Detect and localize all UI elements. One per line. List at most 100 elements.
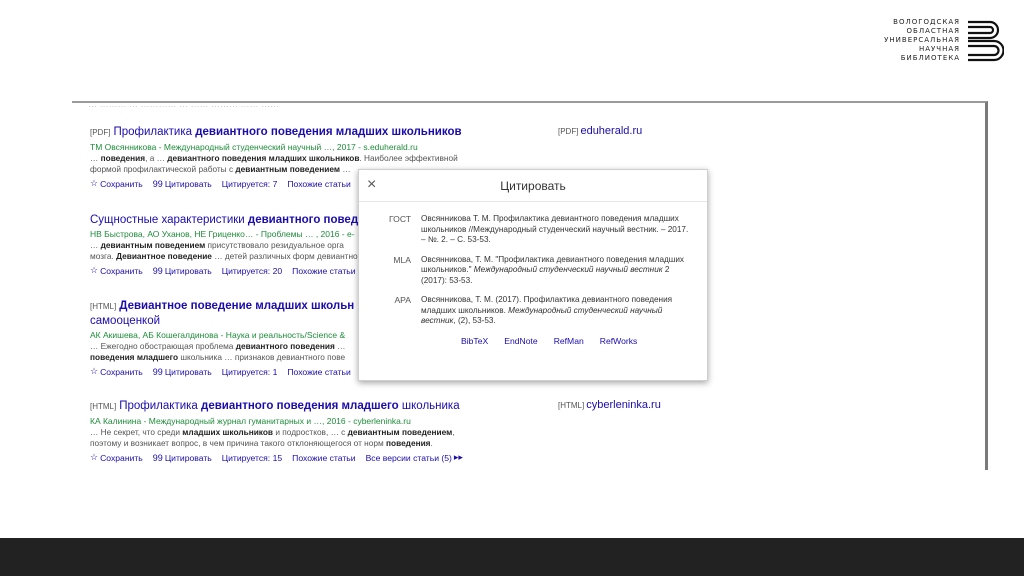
- bibtex-link[interactable]: BibTeX: [461, 336, 488, 346]
- snippet-text: …: [334, 341, 346, 351]
- star-icon: ☆: [90, 265, 99, 275]
- file-type-tag: [PDF]: [90, 128, 111, 137]
- title-text: школьника: [398, 400, 460, 412]
- result-title[interactable]: [PDF] Профилактика девиантного поведения …: [90, 125, 560, 140]
- file-type-tag: [PDF]: [558, 127, 579, 136]
- refworks-link[interactable]: RefWorks: [600, 336, 638, 346]
- snippet-text: .: [430, 438, 433, 448]
- cite-label: Цитировать: [164, 265, 212, 276]
- snippet-bold: девиантным поведением: [100, 240, 206, 250]
- endnote-link[interactable]: EndNote: [504, 336, 537, 346]
- quote-icon: 99: [152, 265, 163, 276]
- cite-link[interactable]: 99 Цитировать: [153, 265, 212, 276]
- cropped-text: … ……… … ………… … …… ……… …… ……: [88, 101, 280, 107]
- side-source-link[interactable]: [HTML] cyberleninka.ru: [558, 399, 661, 411]
- quote-icon: 99: [152, 366, 163, 377]
- cited-by-link[interactable]: Цитируется: 15: [222, 452, 282, 463]
- snippet-text: ,: [452, 427, 455, 437]
- logo-line: УНИВЕРСАЛЬНАЯ: [884, 36, 960, 44]
- snippet-text: присутствовало резидуальное орга: [205, 240, 344, 250]
- citation-format-label: APA: [394, 295, 411, 305]
- star-icon: ☆: [90, 452, 99, 462]
- cited-by-link[interactable]: Цитируется: 7: [222, 178, 278, 189]
- related-articles-link[interactable]: Похожие статьи: [292, 452, 355, 463]
- citation-text-part: , (2), 53-53.: [453, 316, 496, 325]
- snippet-text: …: [90, 153, 101, 163]
- cite-label: Цитировать: [164, 452, 212, 463]
- library-logo: ВОЛОГОДСКАЯ ОБЛАСТНАЯ УНИВЕРСАЛЬНАЯ НАУЧ…: [884, 18, 1004, 63]
- save-label: Сохранить: [100, 265, 143, 276]
- citation-row-apa: APA Овсянникова, Т. М. (2017). Профилакт…: [371, 295, 695, 327]
- snippet-bold: младших школьников: [182, 427, 274, 437]
- cited-by-link[interactable]: Цитируется: 1: [222, 366, 278, 377]
- citation-text[interactable]: Овсянникова, Т. М. (2017). Профилактика …: [421, 295, 695, 327]
- file-type-tag: [HTML]: [90, 302, 117, 311]
- citation-row-gost: ГОСТ Овсянникова Т. М. Профилактика деви…: [371, 214, 695, 246]
- save-link[interactable]: ☆ Сохранить: [90, 265, 143, 276]
- title-bold: Девиантное поведение младших школьн: [119, 300, 355, 312]
- snippet-text: и подростков, … с: [273, 427, 348, 437]
- cite-link[interactable]: 99 Цитировать: [153, 366, 212, 377]
- citation-journal: Международный студенческий научный вестн…: [473, 265, 663, 274]
- file-type-tag: [HTML]: [90, 402, 117, 411]
- snippet-bold: поведения: [100, 153, 146, 163]
- quote-icon: 99: [152, 452, 163, 463]
- snippet-bold: девиантного поведения младших школьников: [167, 153, 360, 163]
- search-result: [HTML] Профилактика девиантного поведения…: [90, 399, 560, 463]
- citation-text[interactable]: Овсянникова Т. М. Профилактика девиантно…: [421, 214, 695, 246]
- save-link[interactable]: ☆ Сохранить: [90, 178, 143, 189]
- save-label: Сохранить: [100, 178, 143, 189]
- snippet-text: … детей различных форм девиантного: [211, 251, 366, 261]
- snippet-bold: Девиантное поведение: [116, 251, 212, 261]
- result-title[interactable]: [HTML] Профилактика девиантного поведения…: [90, 399, 560, 414]
- bottom-bar: [0, 538, 1024, 576]
- cited-by-link[interactable]: Цитируется: 20: [222, 265, 282, 276]
- logo-line: ВОЛОГОДСКАЯ: [893, 18, 960, 26]
- logo-line: НАУЧНАЯ: [918, 45, 960, 53]
- snippet-bold: поведения: [386, 438, 431, 448]
- citation-format-label: MLA: [393, 254, 411, 265]
- citation-row-mla: MLA Овсянникова, Т. М. "Профилактика дев…: [371, 255, 695, 287]
- snippet-text: . Наиболее эффективной: [359, 153, 458, 163]
- export-links: BibTeX EndNote RefMan RefWorks: [371, 336, 695, 346]
- result-snippet: … Не секрет, что среди младших школьнико…: [90, 427, 560, 449]
- snippet-text: школьника … признаков девиантного пове: [178, 352, 346, 362]
- logo-line: БИБЛИОТЕКА: [900, 54, 960, 62]
- save-label: Сохранить: [100, 366, 143, 377]
- title-text: Профилактика: [113, 126, 196, 138]
- snippet-bold: девиантным поведением: [347, 427, 453, 437]
- citation-text-part: Овсянникова Т. М. Профилактика девиантно…: [421, 214, 689, 244]
- all-versions-link[interactable]: Все версии статьи (5) ▸▸: [366, 452, 463, 463]
- quote-icon: 99: [152, 178, 163, 189]
- snippet-bold: девиантным поведением: [235, 164, 341, 174]
- logo-text: ВОЛОГОДСКАЯ ОБЛАСТНАЯ УНИВЕРСАЛЬНАЯ НАУЧ…: [884, 18, 960, 63]
- snippet-text: …: [90, 240, 101, 250]
- cite-label: Цитировать: [164, 178, 212, 189]
- save-link[interactable]: ☆ Сохранить: [90, 452, 143, 463]
- snippet-text: , а …: [145, 153, 168, 163]
- all-versions-label: Все версии статьи (5): [365, 452, 452, 463]
- cite-link[interactable]: 99 Цитировать: [153, 178, 212, 189]
- source-domain: cyberleninka.ru: [586, 399, 661, 411]
- related-articles-link[interactable]: Похожие статьи: [287, 366, 350, 377]
- source-domain: eduherald.ru: [580, 125, 643, 137]
- snippet-bold: девиантного поведения: [235, 341, 335, 351]
- cite-dialog-header: × Цитировать: [359, 170, 707, 202]
- cite-label: Цитировать: [164, 366, 212, 377]
- save-link[interactable]: ☆ Сохранить: [90, 366, 143, 377]
- related-articles-link[interactable]: Похожие статьи: [292, 265, 355, 276]
- related-articles-link[interactable]: Похожие статьи: [287, 178, 350, 189]
- result-actions: ☆ Сохранить 99 Цитировать Цитируется: 15 П…: [90, 452, 560, 463]
- title-bold: девиантного поведения младшего: [201, 400, 399, 412]
- star-icon: ☆: [90, 366, 99, 376]
- side-source-link[interactable]: [PDF] eduherald.ru: [558, 125, 642, 137]
- title-text: Профилактика: [119, 400, 202, 412]
- cite-dialog: × Цитировать ГОСТ Овсянникова Т. М. Проф…: [358, 169, 708, 381]
- refman-link[interactable]: RefMan: [554, 336, 584, 346]
- cite-link[interactable]: 99 Цитировать: [153, 452, 212, 463]
- citation-text[interactable]: Овсянникова, Т. М. "Профилактика девиант…: [421, 255, 695, 287]
- snippet-text: … Ежегодно обострающая проблема: [90, 341, 236, 351]
- result-meta: КА Калинина - Международный журнал гуман…: [90, 416, 411, 426]
- snippet-text: формой профилактической работы с: [90, 164, 236, 174]
- snippet-bold: поведения младшего: [90, 352, 179, 362]
